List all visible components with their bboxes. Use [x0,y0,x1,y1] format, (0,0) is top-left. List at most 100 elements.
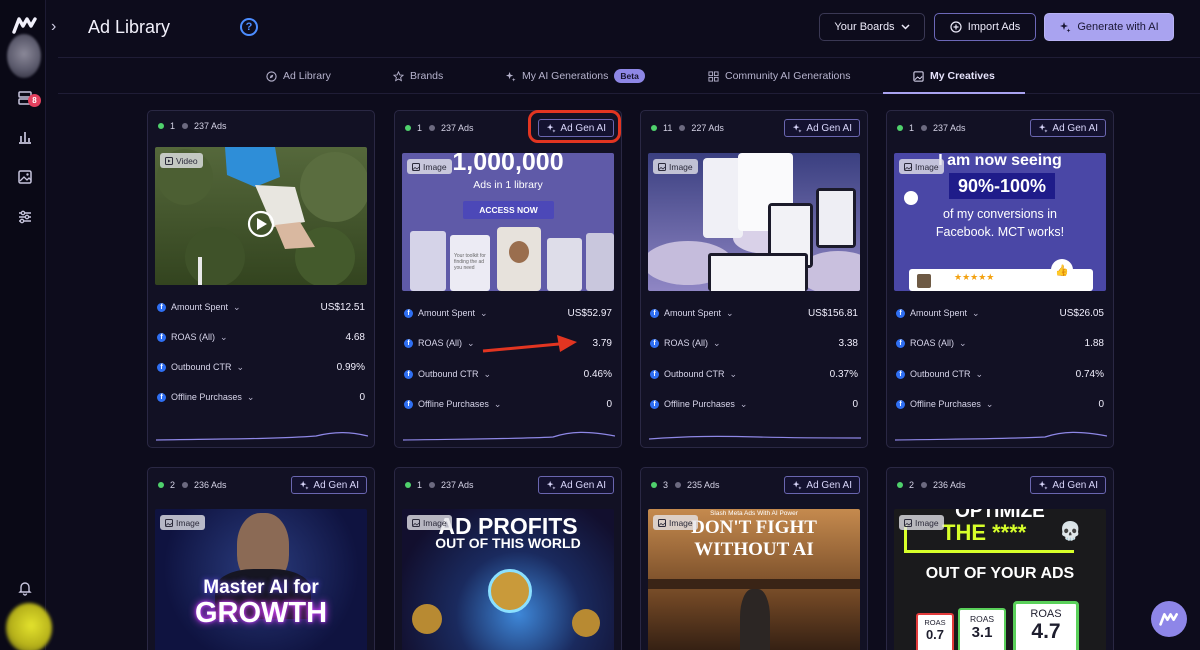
metric-offline-purchases[interactable]: f Offline Purchases ⌄ 0 [896,394,1104,414]
metric-outbound-ctr[interactable]: f Outbound CTR ⌄ 0.74% [896,364,1104,384]
metric-roas[interactable]: f ROAS (All) ⌄ 3.38 [650,333,858,353]
facebook-icon: f [896,308,905,318]
ad-card[interactable]: 1 237 Ads Ad Gen AI I am now seeing 90%-… [886,110,1114,448]
creative-phone [586,233,614,291]
inactive-dot [182,123,189,129]
ad-gen-ai-button[interactable]: Ad Gen AI [784,476,860,494]
metric-amount-spent[interactable]: f Amount Spent ⌄ US$52.97 [404,303,612,323]
ad-card[interactable]: 1 237 Ads Video f Amount Spent ⌄ US$12.51 f… [147,110,375,448]
analytics-icon[interactable] [15,127,35,147]
settings-sliders-icon[interactable] [15,207,35,227]
inactive-dot [182,482,189,488]
ad-gen-ai-button[interactable]: Ad Gen AI [1030,119,1106,137]
metric-outbound-ctr[interactable]: f Outbound CTR ⌄ 0.99% [157,357,365,377]
your-boards-dropdown[interactable]: Your Boards [819,13,925,41]
metric-amount-spent[interactable]: f Amount Spent ⌄ US$26.05 [896,303,1104,323]
ad-gen-ai-button[interactable]: Ad Gen AI [1030,476,1106,494]
chevron-down-icon: ⌄ [233,301,241,312]
tab-brands[interactable]: Brands [393,58,443,94]
image-icon [904,518,912,527]
creative-line-4: Facebook. MCT works! [935,225,1065,239]
ad-gen-ai-button[interactable]: Ad Gen AI [291,476,367,494]
highlight-annotation [528,110,621,143]
image-creative[interactable]: Slash Meta Ads With AI Power DON'T FIGHT… [648,509,860,650]
user-avatar[interactable] [6,603,52,650]
tab-ad-library[interactable]: Ad Library [266,58,331,94]
import-ads-button[interactable]: Import Ads [934,13,1036,41]
sparkle-icon [1039,480,1048,490]
inactive-dot [429,125,436,131]
creative-phone [410,231,446,291]
metric-roas[interactable]: f ROAS (All) ⌄ 4.68 [157,327,365,347]
active-dot [651,125,657,131]
sparkle-icon [1039,123,1048,133]
sparkle-icon [547,480,556,490]
active-dot [897,125,903,131]
active-dot [158,482,164,488]
image-creative[interactable]: AD PROFITS OUT OF THIS WORLD Image [402,509,614,650]
image-creative[interactable]: Master AI for GROWTH Image [155,509,367,650]
creative-phone [497,227,541,291]
metric-amount-spent[interactable]: f Amount Spent ⌄ US$156.81 [650,303,858,323]
creative-line-1: Master AI for [203,577,319,598]
motion-logo-icon[interactable] [12,16,38,34]
chevron-down-icon: ⌄ [483,368,492,379]
image-creative[interactable]: OPTIMIZE THE **** 💀 OUT OF YOUR ADS ROAS… [894,509,1106,650]
media-type-tag: Image [899,515,944,530]
facebook-icon: f [404,369,413,379]
metric-offline-purchases[interactable]: f Offline Purchases ⌄ 0 [404,394,612,414]
image-creative[interactable]: Image [648,153,860,291]
video-creative[interactable]: Video [155,147,367,285]
facebook-icon: f [896,399,905,409]
image-creative[interactable]: I am now seeing 90%-100% of my conversio… [894,153,1106,291]
header: Ad Library ? Your Boards Import Ads Gene… [58,0,1200,57]
review-stars: ★★★★★ [954,272,995,282]
generate-with-ai-button[interactable]: Generate with AI [1044,13,1174,41]
facebook-icon: f [157,332,166,342]
page-title: Ad Library [88,17,171,37]
tab-my-ai-generations[interactable]: My AI Generations Beta [505,58,645,94]
help-icon[interactable]: ? [240,18,258,36]
metric-offline-purchases[interactable]: f Offline Purchases ⌄ 0 [650,394,858,414]
ad-gen-ai-button[interactable]: Ad Gen AI [784,119,860,137]
metric-outbound-ctr[interactable]: f Outbound CTR ⌄ 0.46% [404,364,612,384]
star-icon [393,70,404,82]
expand-sidebar-chevron-icon[interactable]: › [51,18,56,36]
creatives-icon[interactable] [15,167,35,187]
chevron-down-icon: ⌄ [480,307,488,318]
ad-card[interactable]: 11 227 Ads Ad Gen AI Image f Amount Spent… [640,110,868,448]
facebook-icon: f [157,392,166,402]
compass-icon [266,70,277,82]
chevron-down-icon: ⌄ [739,398,748,409]
facebook-icon: f [157,302,166,312]
roas-card-high: ROAS 4.7 [1013,601,1079,650]
cursor-icon [904,191,918,205]
active-dot [158,123,164,129]
tab-community-ai-generations[interactable]: Community AI Generations [708,58,850,94]
ad-card[interactable]: 1 237 Ads Ad Gen AI AD PROFITS OUT OF TH… [394,467,622,650]
ad-card[interactable]: 1 237 Ads Ad Gen AI 1,000,000 Ads in 1 l… [394,110,622,448]
sidebar: 8 [0,0,52,650]
creative-cta: ACCESS NOW [463,201,554,219]
ad-gen-ai-button[interactable]: Ad Gen AI [538,476,614,494]
tab-my-creatives[interactable]: My Creatives [913,58,995,94]
metric-outbound-ctr[interactable]: f Outbound CTR ⌄ 0.37% [650,364,858,384]
metric-offline-purchases[interactable]: f Offline Purchases ⌄ 0 [157,387,365,407]
creative-phone [547,238,582,291]
creative-line-2: OUT OF THIS WORLD [435,535,581,551]
workspace-avatar[interactable] [7,34,41,78]
creative-line-2: 90%-100% [949,173,1055,199]
metric-amount-spent[interactable]: f Amount Spent ⌄ US$12.51 [157,297,365,317]
ad-card[interactable]: 2 236 Ads Ad Gen AI Master AI for GROWTH… [147,467,375,650]
inactive-dot [921,482,928,488]
ad-card[interactable]: 3 235 Ads Ad Gen AI Slash Meta Ads With … [640,467,868,650]
inactive-dot [921,125,928,131]
ad-card[interactable]: 2 236 Ads Ad Gen AI OPTIMIZE THE **** 💀 … [886,467,1114,650]
chat-launcher-button[interactable] [1151,601,1187,637]
chevron-down-icon: ⌄ [493,398,502,409]
image-icon [658,162,666,171]
image-creative[interactable]: 1,000,000 Ads in 1 library ACCESS NOW Yo… [402,153,614,291]
metric-roas[interactable]: f ROAS (All) ⌄ 1.88 [896,333,1104,353]
notification-bell-icon[interactable] [15,578,35,598]
media-type-tag: Image [899,159,944,174]
